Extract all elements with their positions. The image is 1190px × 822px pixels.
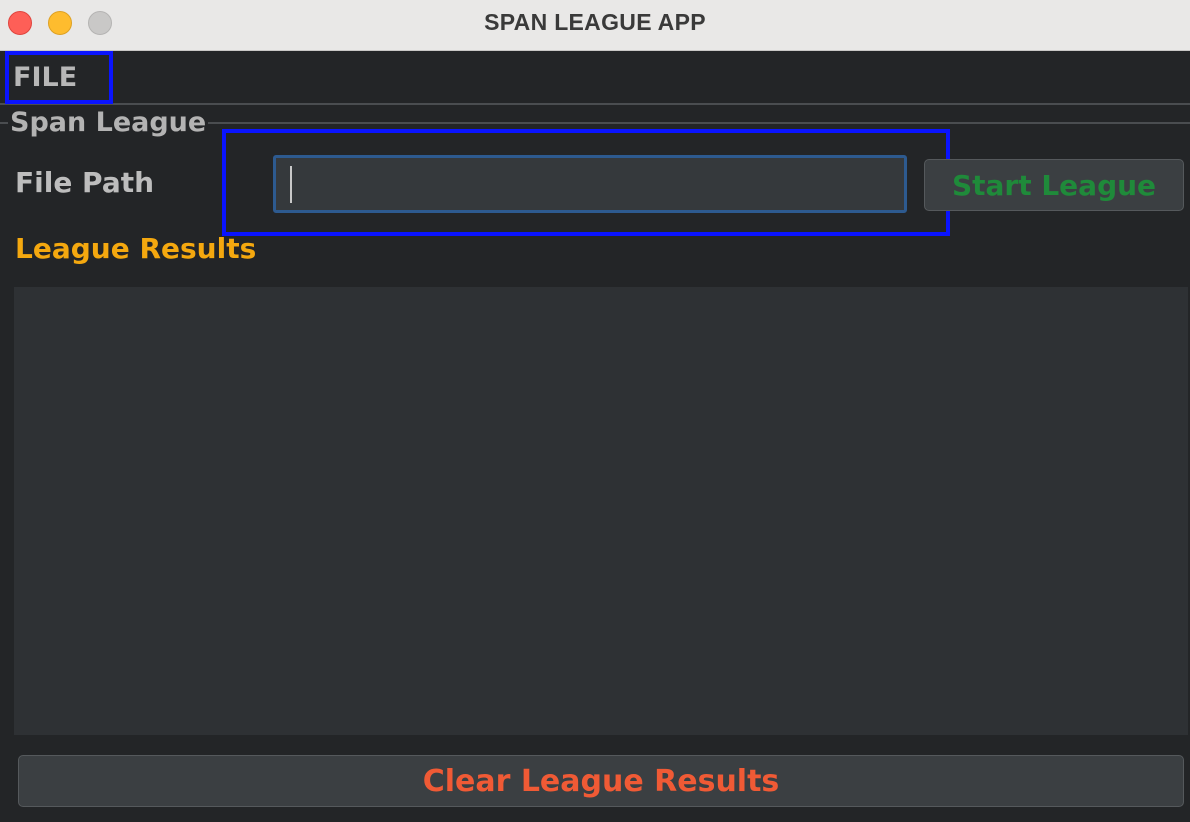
menu-file[interactable]: FILE xyxy=(5,51,113,104)
clear-league-results-button[interactable]: Clear League Results xyxy=(18,755,1184,807)
menu-bar: FILE xyxy=(0,51,1190,105)
file-path-input[interactable] xyxy=(273,155,907,213)
start-league-button[interactable]: Start League xyxy=(924,159,1184,211)
league-results-label: League Results xyxy=(15,232,257,265)
text-caret xyxy=(290,166,292,203)
league-results-area[interactable] xyxy=(14,287,1188,735)
title-bar: SPAN LEAGUE APP xyxy=(0,0,1190,51)
section-title: Span League xyxy=(8,107,209,138)
window-title: SPAN LEAGUE APP xyxy=(484,9,706,35)
app-window: SPAN LEAGUE APP FILE Span League File Pa… xyxy=(0,0,1190,822)
file-path-label: File Path xyxy=(15,166,155,199)
